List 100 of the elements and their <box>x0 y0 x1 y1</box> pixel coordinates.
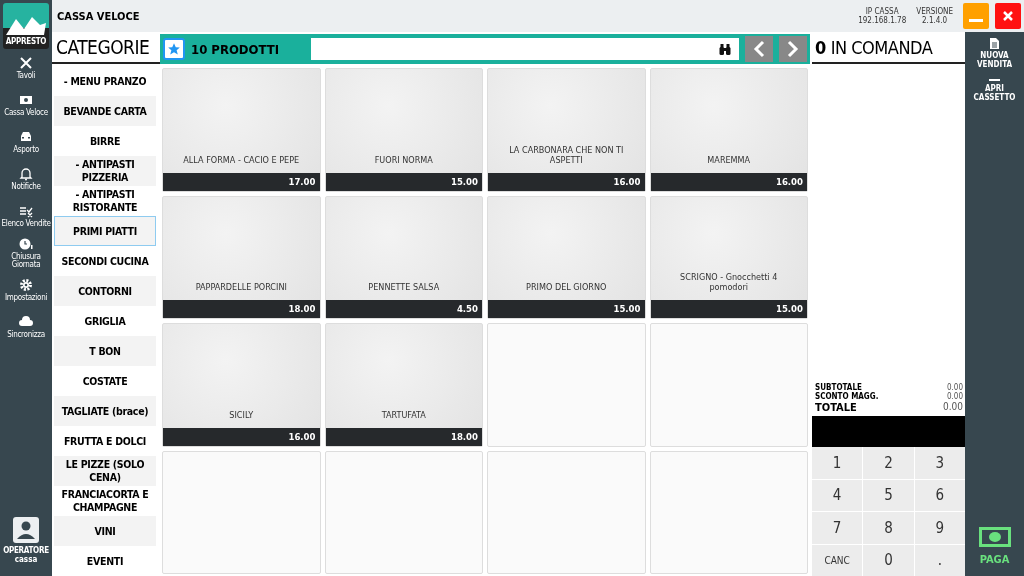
action-button[interactable]: NUOVA VENDITA <box>968 34 1021 73</box>
product-name: SICILY <box>229 409 254 420</box>
nav-item[interactable]: Notifiche <box>0 160 52 197</box>
product-name: ALLA FORMA - CACIO E PEPE <box>183 154 300 165</box>
category-item[interactable]: CONTORNI <box>54 276 156 306</box>
cutlery-icon <box>19 55 33 70</box>
subtotal-label: SUBTOTALE <box>815 383 862 392</box>
category-item[interactable]: LE PIZZE (SOLO CENA) <box>54 456 156 486</box>
product-price: 18.00 <box>163 300 320 318</box>
product-price: 15.00 <box>650 300 807 318</box>
cloud-icon <box>19 314 33 329</box>
category-item[interactable]: TAGLIATE (brace) <box>54 396 156 426</box>
category-item[interactable]: VINI <box>54 516 156 546</box>
category-item[interactable]: - MENU PRANZO <box>54 66 156 96</box>
product-card[interactable]: PRIMO DEL GIORNO 15.00 <box>487 195 646 319</box>
product-price: 16.00 <box>488 172 645 191</box>
nav-item[interactable]: Elenco Vendite <box>0 197 52 234</box>
search-field[interactable] <box>311 38 739 60</box>
category-item[interactable]: - ANTIPASTI RISTORANTE <box>54 186 156 216</box>
star-icon <box>167 42 181 56</box>
product-card[interactable]: SCRIGNO - Gnocchetti 4 pomodori 15.00 <box>649 195 808 319</box>
product-price: 16.00 <box>163 427 320 446</box>
category-item[interactable]: PRIMI PIATTI <box>54 216 156 246</box>
category-item[interactable]: COSTATE <box>54 366 156 396</box>
window-title: CASSA VELOCE <box>57 9 141 23</box>
category-item[interactable]: BIRRE <box>54 126 156 156</box>
keypad-key[interactable]: 4 <box>812 479 863 511</box>
order-count: 0 <box>815 36 826 58</box>
product-card[interactable]: PAPPARDELLE PORCINI 18.00 <box>162 195 321 319</box>
product-card[interactable]: MAREMMA 16.00 <box>649 68 808 192</box>
clock-icon <box>19 236 33 251</box>
product-name: FUORI NORMA <box>374 154 433 165</box>
keypad-key[interactable]: 5 <box>863 479 914 511</box>
keypad-key[interactable]: 6 <box>914 479 965 511</box>
ip-value: 192.168.1.78 <box>858 16 907 25</box>
nav-item[interactable]: Asporto <box>0 123 52 160</box>
previous-button[interactable] <box>745 36 773 62</box>
dash-icon <box>989 79 1000 82</box>
nav-item[interactable]: Cassa Veloce <box>0 86 52 123</box>
category-item[interactable]: T BON <box>54 336 156 366</box>
chevron-left-icon <box>753 40 765 58</box>
category-item[interactable]: EVENTI <box>54 546 156 576</box>
subtotal-value: 0.00 <box>946 383 963 392</box>
product-price: 16.00 <box>650 172 807 191</box>
nav-item[interactable]: Impostazioni <box>0 271 52 308</box>
version-label: VERSIONE <box>916 7 953 16</box>
product-name: PAPPARDELLE PORCINI <box>195 282 287 292</box>
car-icon <box>19 129 33 144</box>
banknote-icon <box>978 527 1011 547</box>
product-card[interactable]: SICILY 16.00 <box>162 323 321 447</box>
category-item[interactable]: GRIGLIA <box>54 306 156 336</box>
product-card[interactable]: PENNETTE SALSA 4.50 <box>324 195 483 319</box>
total-label: TOTALE <box>815 401 857 414</box>
keypad-key[interactable]: 1 <box>812 447 863 479</box>
document-icon <box>990 38 999 49</box>
nav-item[interactable]: Chiusura Giornata <box>0 234 52 271</box>
minimize-button[interactable] <box>963 3 989 29</box>
keypad-key[interactable]: 9 <box>914 512 965 544</box>
total-value: 0.00 <box>942 401 963 414</box>
keypad-key[interactable]: 8 <box>863 512 914 544</box>
ip-label: IP CASSA <box>865 7 899 16</box>
nav-item[interactable]: Tavoli <box>0 49 52 86</box>
user-avatar-icon <box>13 517 39 543</box>
binoculars-icon <box>719 43 731 55</box>
logo-mountain-icon <box>4 15 48 37</box>
operator-name: cassa <box>14 555 38 564</box>
product-card[interactable]: TARTUFATA 18.00 <box>324 323 483 447</box>
product-card[interactable]: FUORI NORMA 15.00 <box>324 68 483 192</box>
keypad-key[interactable]: 2 <box>863 447 914 479</box>
product-price: 18.00 <box>325 427 482 446</box>
category-item[interactable]: SECONDI CUCINA <box>54 246 156 276</box>
keypad-key[interactable]: 3 <box>914 447 965 479</box>
category-item[interactable]: BEVANDE CARTA <box>54 96 156 126</box>
keypad-key[interactable]: 7 <box>812 512 863 544</box>
category-item[interactable]: FRANCIACORTA E CHAMPAGNE <box>54 486 156 516</box>
product-price: 4.50 <box>325 300 482 318</box>
next-button[interactable] <box>779 36 807 62</box>
keypad-key[interactable]: 0 <box>863 544 914 576</box>
action-button[interactable]: APRI CASSETTO <box>968 75 1021 106</box>
product-name: MAREMMA <box>707 154 751 165</box>
product-price: 17.00 <box>163 172 320 191</box>
operator-label: OPERATORE <box>3 546 49 555</box>
close-button[interactable] <box>995 3 1021 29</box>
category-item[interactable]: - ANTIPASTI PIZZERIA <box>54 156 156 186</box>
nav-item[interactable]: Sincronizza <box>0 308 52 345</box>
product-card[interactable]: LA CARBONARA CHE NON TI ASPETTI 16.00 <box>487 68 646 192</box>
pay-button[interactable]: PAGA <box>978 527 1011 576</box>
version-value: 2.1.4.0 <box>922 16 948 25</box>
minimize-icon <box>969 19 983 23</box>
product-count: 10 PRODOTTI <box>191 41 281 57</box>
product-card[interactable]: ALLA FORMA - CACIO E PEPE 17.00 <box>162 68 321 192</box>
keypad-key[interactable]: . <box>914 544 965 576</box>
keypad-key[interactable]: CANC <box>812 544 863 576</box>
favorites-button[interactable] <box>163 38 185 60</box>
bell-icon <box>19 166 33 181</box>
discount-label: SCONTO MAGG. <box>815 392 879 401</box>
product-price: 15.00 <box>325 172 482 191</box>
product-name: SCRIGNO - Gnocchetti 4 pomodori <box>679 272 779 292</box>
category-item[interactable]: FRUTTA E DOLCI <box>54 426 156 456</box>
product-name: PRIMO DEL GIORNO <box>526 282 607 292</box>
